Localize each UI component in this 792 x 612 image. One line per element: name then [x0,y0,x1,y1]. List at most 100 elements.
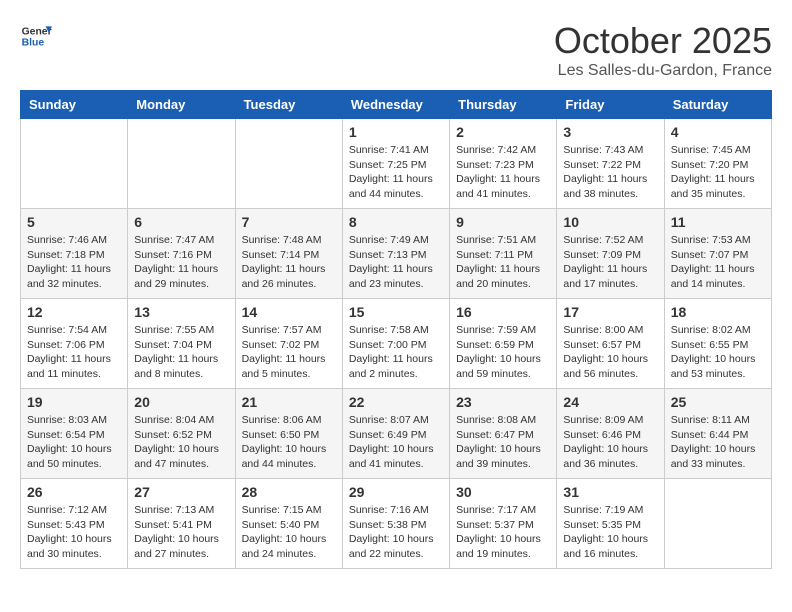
day-info: Sunrise: 8:07 AMSunset: 6:49 PMDaylight:… [349,413,443,472]
day-info: Sunrise: 7:43 AMSunset: 7:22 PMDaylight:… [563,143,657,202]
day-number: 29 [349,484,443,500]
page-header: General Blue October 2025 Les Salles-du-… [20,20,772,80]
col-thursday: Thursday [450,91,557,119]
day-cell [235,119,342,209]
svg-text:Blue: Blue [22,38,45,49]
logo-icon: General Blue [20,20,52,52]
day-cell: 10 Sunrise: 7:52 AMSunset: 7:09 PMDayligh… [557,209,664,299]
day-info: Sunrise: 7:58 AMSunset: 7:00 PMDaylight:… [349,323,443,382]
col-friday: Friday [557,91,664,119]
day-info: Sunrise: 7:19 AMSunset: 5:35 PMDaylight:… [563,503,657,562]
day-number: 27 [134,484,228,500]
col-wednesday: Wednesday [342,91,449,119]
day-number: 28 [242,484,336,500]
day-cell [128,119,235,209]
day-cell: 17Sunrise: 8:00 AMSunset: 6:57 PMDayligh… [557,299,664,389]
day-cell: 25Sunrise: 8:11 AMSunset: 6:44 PMDayligh… [664,389,771,479]
week-row-2: 5 Sunrise: 7:46 AMSunset: 7:18 PMDaylight… [21,209,772,299]
week-row-4: 19 Sunrise: 8:03 AMSunset: 6:54 PMDayligh… [21,389,772,479]
day-number: 2 [456,124,550,140]
day-info: Sunrise: 7:51 AMSunset: 7:11 PMDaylight:… [456,233,550,292]
day-info: Sunrise: 7:41 AMSunset: 7:25 PMDaylight:… [349,143,443,202]
day-number: 24 [563,394,657,410]
day-cell: 24Sunrise: 8:09 AMSunset: 6:46 PMDayligh… [557,389,664,479]
day-info: Sunrise: 8:02 AMSunset: 6:55 PMDaylight:… [671,323,765,382]
month-title: October 2025 [554,20,772,62]
day-number: 3 [563,124,657,140]
day-cell: 13 Sunrise: 7:55 AMSunset: 7:04 PMDayligh… [128,299,235,389]
day-info: Sunrise: 7:42 AMSunset: 7:23 PMDaylight:… [456,143,550,202]
day-cell: 29 Sunrise: 7:16 AMSunset: 5:38 PMDayligh… [342,479,449,569]
day-cell: 7Sunrise: 7:48 AMSunset: 7:14 PMDaylight… [235,209,342,299]
calendar-table: Sunday Monday Tuesday Wednesday Thursday… [20,90,772,569]
day-cell: 5 Sunrise: 7:46 AMSunset: 7:18 PMDaylight… [21,209,128,299]
day-number: 7 [242,214,336,230]
location: Les Salles-du-Gardon, France [554,62,772,80]
day-number: 6 [134,214,228,230]
day-info: Sunrise: 7:46 AMSunset: 7:18 PMDaylight:… [27,233,121,292]
day-number: 21 [242,394,336,410]
day-cell: 12 Sunrise: 7:54 AMSunset: 7:06 PMDayligh… [21,299,128,389]
col-monday: Monday [128,91,235,119]
day-cell: 30Sunrise: 7:17 AMSunset: 5:37 PMDayligh… [450,479,557,569]
logo: General Blue [20,20,52,52]
day-cell: 27 Sunrise: 7:13 AMSunset: 5:41 PMDayligh… [128,479,235,569]
day-info: Sunrise: 8:11 AMSunset: 6:44 PMDaylight:… [671,413,765,472]
day-number: 11 [671,214,765,230]
day-number: 12 [27,304,121,320]
day-info: Sunrise: 7:16 AMSunset: 5:38 PMDaylight:… [349,503,443,562]
day-info: Sunrise: 7:49 AMSunset: 7:13 PMDaylight:… [349,233,443,292]
day-cell [664,479,771,569]
day-cell: 16Sunrise: 7:59 AMSunset: 6:59 PMDayligh… [450,299,557,389]
day-number: 17 [563,304,657,320]
day-info: Sunrise: 7:13 AMSunset: 5:41 PMDaylight:… [134,503,228,562]
day-number: 22 [349,394,443,410]
day-cell: 21 Sunrise: 8:06 AMSunset: 6:50 PMDayligh… [235,389,342,479]
day-cell: 31 Sunrise: 7:19 AMSunset: 5:35 PMDayligh… [557,479,664,569]
day-cell: 18 Sunrise: 8:02 AMSunset: 6:55 PMDayligh… [664,299,771,389]
day-info: Sunrise: 7:53 AMSunset: 7:07 PMDaylight:… [671,233,765,292]
day-info: Sunrise: 7:52 AMSunset: 7:09 PMDaylight:… [563,233,657,292]
day-cell: 4 Sunrise: 7:45 AMSunset: 7:20 PMDaylight… [664,119,771,209]
day-number: 31 [563,484,657,500]
day-cell: 14Sunrise: 7:57 AMSunset: 7:02 PMDayligh… [235,299,342,389]
day-cell: 2 Sunrise: 7:42 AMSunset: 7:23 PMDaylight… [450,119,557,209]
day-info: Sunrise: 8:06 AMSunset: 6:50 PMDaylight:… [242,413,336,472]
day-cell: 9Sunrise: 7:51 AMSunset: 7:11 PMDaylight… [450,209,557,299]
day-cell: 6 Sunrise: 7:47 AMSunset: 7:16 PMDaylight… [128,209,235,299]
day-number: 1 [349,124,443,140]
title-block: October 2025 Les Salles-du-Gardon, Franc… [554,20,772,80]
day-info: Sunrise: 7:15 AMSunset: 5:40 PMDaylight:… [242,503,336,562]
day-info: Sunrise: 7:54 AMSunset: 7:06 PMDaylight:… [27,323,121,382]
day-number: 4 [671,124,765,140]
day-cell: 28 Sunrise: 7:15 AMSunset: 5:40 PMDayligh… [235,479,342,569]
day-cell: 22 Sunrise: 8:07 AMSunset: 6:49 PMDayligh… [342,389,449,479]
day-cell: 3 Sunrise: 7:43 AMSunset: 7:22 PMDaylight… [557,119,664,209]
day-cell [21,119,128,209]
day-number: 30 [456,484,550,500]
day-info: Sunrise: 7:47 AMSunset: 7:16 PMDaylight:… [134,233,228,292]
day-number: 15 [349,304,443,320]
day-number: 19 [27,394,121,410]
col-saturday: Saturday [664,91,771,119]
day-cell: 19 Sunrise: 8:03 AMSunset: 6:54 PMDayligh… [21,389,128,479]
day-number: 20 [134,394,228,410]
day-cell: 23Sunrise: 8:08 AMSunset: 6:47 PMDayligh… [450,389,557,479]
week-row-5: 26Sunrise: 7:12 AMSunset: 5:43 PMDayligh… [21,479,772,569]
day-cell: 26Sunrise: 7:12 AMSunset: 5:43 PMDayligh… [21,479,128,569]
day-number: 5 [27,214,121,230]
week-row-1: 1 Sunrise: 7:41 AMSunset: 7:25 PMDaylight… [21,119,772,209]
day-cell: 20Sunrise: 8:04 AMSunset: 6:52 PMDayligh… [128,389,235,479]
day-number: 26 [27,484,121,500]
day-info: Sunrise: 7:55 AMSunset: 7:04 PMDaylight:… [134,323,228,382]
day-number: 13 [134,304,228,320]
day-number: 10 [563,214,657,230]
day-info: Sunrise: 7:45 AMSunset: 7:20 PMDaylight:… [671,143,765,202]
day-cell: 11 Sunrise: 7:53 AMSunset: 7:07 PMDayligh… [664,209,771,299]
day-number: 14 [242,304,336,320]
day-info: Sunrise: 8:03 AMSunset: 6:54 PMDaylight:… [27,413,121,472]
week-row-3: 12 Sunrise: 7:54 AMSunset: 7:06 PMDayligh… [21,299,772,389]
day-info: Sunrise: 7:59 AMSunset: 6:59 PMDaylight:… [456,323,550,382]
day-number: 18 [671,304,765,320]
day-cell: 15 Sunrise: 7:58 AMSunset: 7:00 PMDayligh… [342,299,449,389]
